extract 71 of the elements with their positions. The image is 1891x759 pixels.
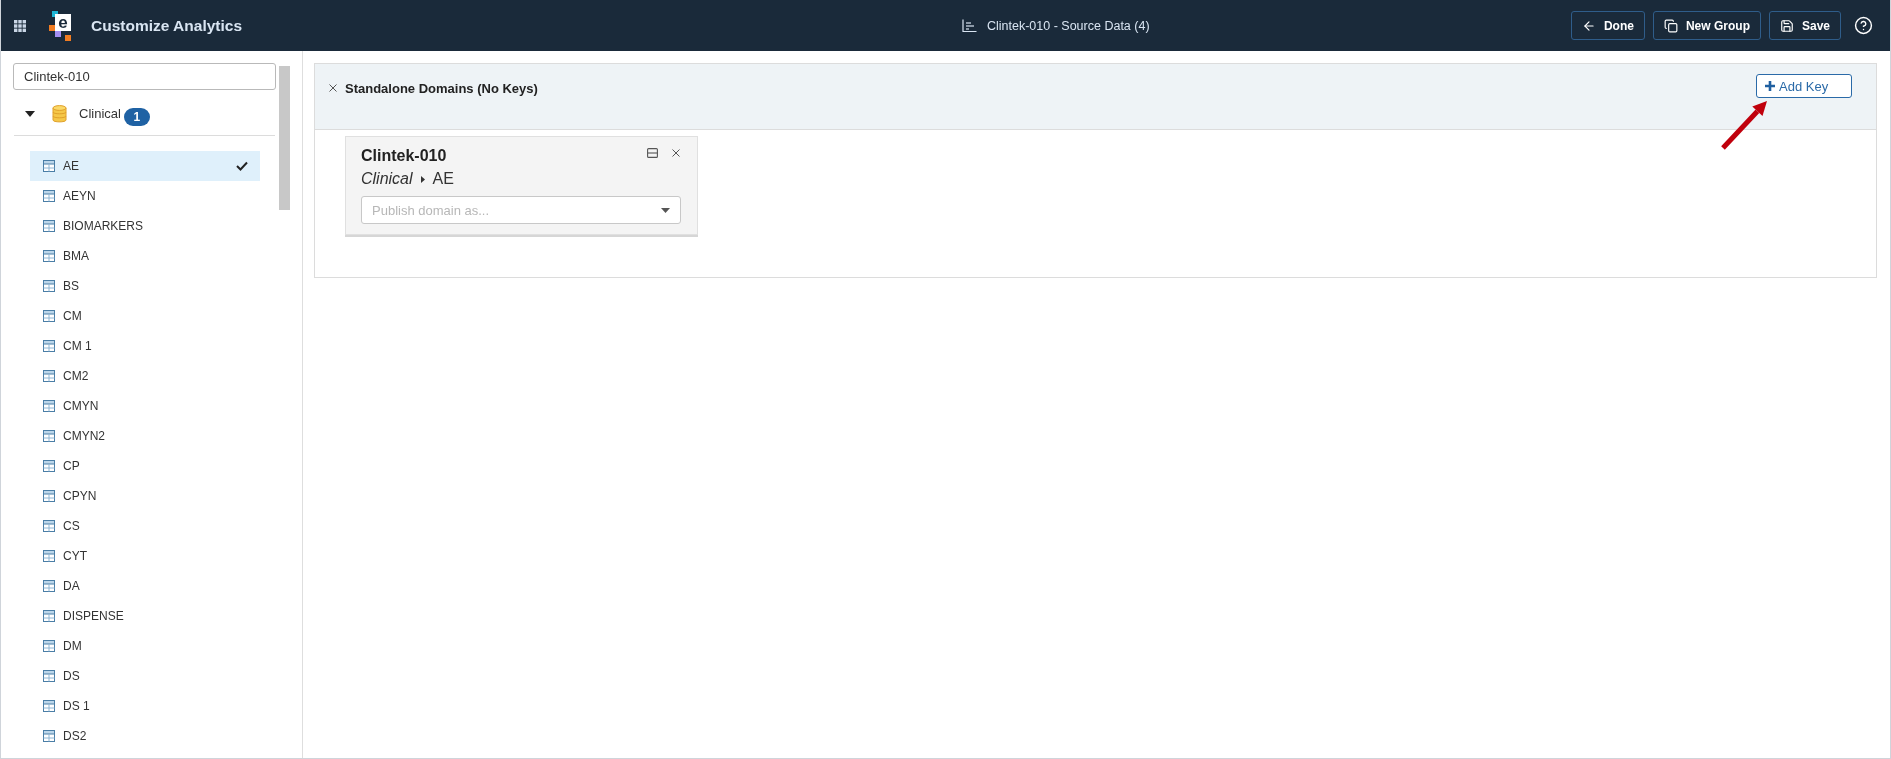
plus-icon <box>1765 81 1775 91</box>
table-icon <box>43 340 55 352</box>
domain-list-item[interactable]: DM <box>30 631 260 661</box>
table-icon <box>43 700 55 712</box>
copy-icon <box>1663 18 1678 33</box>
domain-list-item[interactable]: AEYN <box>30 181 260 211</box>
table-icon <box>43 460 55 472</box>
table-icon <box>43 310 55 322</box>
database-icon <box>52 104 67 123</box>
new-group-button[interactable]: New Group <box>1652 11 1761 40</box>
table-icon <box>43 400 55 412</box>
app-logo: e <box>49 10 71 41</box>
table-icon <box>43 160 55 172</box>
add-key-button[interactable]: Add Key <box>1756 74 1852 98</box>
save-button[interactable]: Save <box>1768 11 1841 40</box>
domain-list-item[interactable]: DISPENSE <box>30 601 260 631</box>
table-icon <box>43 250 55 262</box>
table-icon <box>43 280 55 292</box>
table-icon <box>43 610 55 622</box>
table-icon <box>43 190 55 202</box>
table-icon <box>43 640 55 652</box>
help-icon[interactable] <box>1854 16 1873 35</box>
group-title: Standalone Domains (No Keys) <box>345 80 538 96</box>
dropdown-caret-icon[interactable] <box>661 208 670 213</box>
search-field[interactable]: Clintek-010 <box>13 63 276 90</box>
source-name: Clinical <box>361 170 413 188</box>
tree-node-label[interactable]: Clinical <box>79 106 121 121</box>
table-icon <box>43 580 55 592</box>
table-icon <box>43 490 55 502</box>
chart-icon <box>962 19 977 32</box>
close-icon[interactable] <box>329 84 337 92</box>
table-icon <box>43 670 55 682</box>
layout-icon[interactable] <box>647 148 658 158</box>
domain-name: AE <box>432 170 454 188</box>
domain-list-item[interactable]: CP <box>30 451 260 481</box>
domain-list-item[interactable]: BS <box>30 271 260 301</box>
caret-icon <box>420 175 425 183</box>
domain-list-item[interactable]: DA <box>30 571 260 601</box>
publish-select[interactable]: Publish domain as... <box>361 196 681 224</box>
table-icon <box>43 520 55 532</box>
close-icon[interactable] <box>672 149 680 157</box>
card-title: Clintek-010 <box>361 147 447 165</box>
grid-menu-icon[interactable] <box>14 19 26 32</box>
arrow-left-icon <box>1581 18 1596 33</box>
table-icon <box>43 220 55 232</box>
pointer-arrow <box>1721 100 1768 150</box>
domain-list-item[interactable]: DS 1 <box>30 691 260 721</box>
domain-list-item[interactable]: CS <box>30 511 260 541</box>
table-icon <box>43 730 55 742</box>
scrollbar-thumb[interactable] <box>279 66 290 210</box>
document-title: Clintek-010 - Source Data (4) <box>987 18 1150 33</box>
domain-list-item[interactable]: CMYN2 <box>30 421 260 451</box>
check-icon <box>236 161 248 171</box>
count-badge: 1 <box>123 107 150 126</box>
domain-list-item[interactable]: CM <box>30 301 260 331</box>
domain-list-item[interactable]: BIOMARKERS <box>30 211 260 241</box>
caret-icon[interactable] <box>25 110 35 117</box>
table-icon <box>43 550 55 562</box>
domain-list-item[interactable]: DS <box>30 661 260 691</box>
domain-list-item[interactable]: CYT <box>30 541 260 571</box>
domain-list-item[interactable]: CM 1 <box>30 331 260 361</box>
domain-list-item[interactable]: CMYN <box>30 391 260 421</box>
done-button[interactable]: Done <box>1570 11 1645 40</box>
table-icon <box>43 430 55 442</box>
domain-list-item[interactable]: CM2 <box>30 361 260 391</box>
app-title: Customize Analytics <box>91 16 243 35</box>
table-icon <box>43 370 55 382</box>
domain-list-item[interactable]: DS2 <box>30 721 260 751</box>
domain-list-item[interactable]: BMA <box>30 241 260 271</box>
domain-list-item[interactable]: AE <box>30 151 260 181</box>
domain-list-item[interactable]: CPYN <box>30 481 260 511</box>
